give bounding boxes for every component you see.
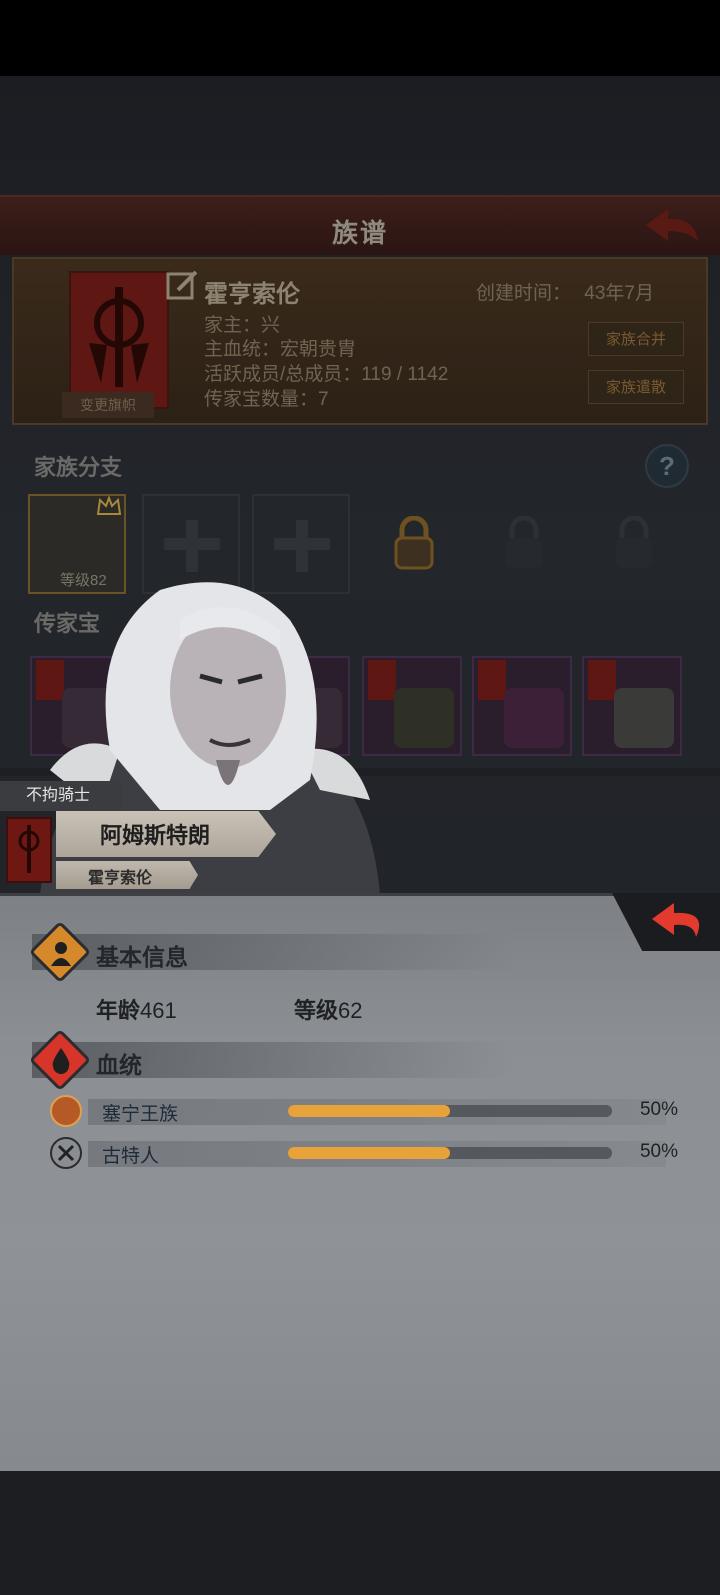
basic-info-heading: 基本信息 bbox=[96, 944, 188, 970]
heirloom-item bbox=[394, 688, 454, 748]
branch-slot-locked[interactable] bbox=[474, 494, 572, 594]
bloodline-bar-fill bbox=[288, 1105, 450, 1117]
branch-slot[interactable]: 等级82 bbox=[28, 494, 126, 594]
character-title: 不拘骑士 bbox=[0, 781, 122, 811]
lock-icon bbox=[616, 516, 652, 568]
age-label: 年龄 bbox=[96, 998, 141, 1023]
bloodline-name: 古特人 bbox=[102, 1146, 160, 1167]
sword-crest-icon bbox=[89, 287, 149, 387]
age-value: 461 bbox=[140, 998, 177, 1023]
level-stat: 等级62 bbox=[294, 993, 363, 1025]
character-banner bbox=[6, 817, 52, 883]
family-banner[interactable] bbox=[69, 271, 169, 409]
merge-family-button[interactable]: 家族合并 bbox=[588, 322, 684, 356]
help-icon[interactable]: ? bbox=[645, 444, 689, 488]
created-label: 创建时间： bbox=[476, 283, 572, 304]
cross-icon bbox=[164, 520, 220, 572]
cross-icon bbox=[274, 520, 330, 572]
axes-glyph-icon bbox=[57, 1144, 75, 1162]
sun-emblem-icon bbox=[50, 1095, 82, 1127]
bloodline-bar-fill bbox=[288, 1147, 450, 1159]
heirloom-slot[interactable] bbox=[582, 656, 682, 756]
gold-lock-icon bbox=[394, 516, 434, 570]
heirloom-item bbox=[614, 688, 674, 748]
banner-flag bbox=[588, 660, 616, 700]
family-head: 家主：兴 bbox=[204, 315, 281, 336]
family-name: 霍亨索伦 bbox=[204, 281, 300, 308]
change-banner-button[interactable]: 变更旗帜 bbox=[62, 392, 154, 418]
bloodline-row: 塞宁王族 50% bbox=[46, 1095, 686, 1129]
crossed-axes-icon bbox=[50, 1137, 82, 1169]
back-arrow-icon[interactable] bbox=[642, 205, 702, 245]
title-bar: 族谱 bbox=[0, 195, 720, 255]
created-time: 创建时间： 43年7月 bbox=[476, 278, 654, 305]
branch-slot-empty[interactable] bbox=[252, 494, 350, 594]
family-members: 活跃成员/总成员：119 / 1142 bbox=[204, 364, 449, 385]
branch-slot-locked[interactable] bbox=[364, 494, 462, 594]
bloodline-bar bbox=[288, 1105, 612, 1117]
status-bar bbox=[0, 0, 720, 76]
bloodline-heading: 血统 bbox=[96, 1052, 142, 1078]
bloodline-percent: 50% bbox=[639, 1099, 678, 1120]
person-glyph-icon bbox=[51, 942, 71, 966]
created-value: 43年7月 bbox=[584, 283, 654, 304]
family-bloodline: 主血统：宏朝贵胄 bbox=[204, 339, 357, 360]
banner-flag bbox=[478, 660, 506, 700]
branch-slot-empty[interactable] bbox=[142, 494, 240, 594]
character-name: 阿姆斯特朗 bbox=[100, 823, 211, 848]
sword-crest-icon bbox=[18, 825, 40, 873]
heirloom-slot[interactable] bbox=[472, 656, 572, 756]
heirloom-item bbox=[504, 688, 564, 748]
level-label: 等级 bbox=[294, 998, 339, 1023]
bloodline-name: 塞宁王族 bbox=[102, 1104, 179, 1125]
edit-icon[interactable] bbox=[166, 268, 200, 302]
family-heirlooms: 传家宝数量：7 bbox=[204, 389, 329, 410]
branch-slot-locked[interactable] bbox=[584, 494, 682, 594]
info-panel bbox=[0, 893, 720, 1471]
crown-icon bbox=[96, 496, 122, 515]
bloodline-row: 古特人 50% bbox=[46, 1137, 686, 1171]
branches-heading: 家族分支 bbox=[34, 455, 123, 480]
drop-glyph-icon bbox=[52, 1048, 70, 1074]
bloodline-bar bbox=[288, 1147, 612, 1159]
level-value: 62 bbox=[338, 998, 363, 1023]
age-stat: 年龄461 bbox=[96, 993, 177, 1025]
lock-icon bbox=[506, 516, 542, 568]
bottom-area bbox=[0, 1471, 720, 1595]
disband-family-button[interactable]: 家族遣散 bbox=[588, 370, 684, 404]
back-arrow-icon bbox=[652, 903, 700, 937]
bloodline-percent: 50% bbox=[639, 1141, 678, 1162]
character-family: 霍亨索伦 bbox=[88, 870, 153, 887]
page-title: 族谱 bbox=[331, 218, 388, 248]
